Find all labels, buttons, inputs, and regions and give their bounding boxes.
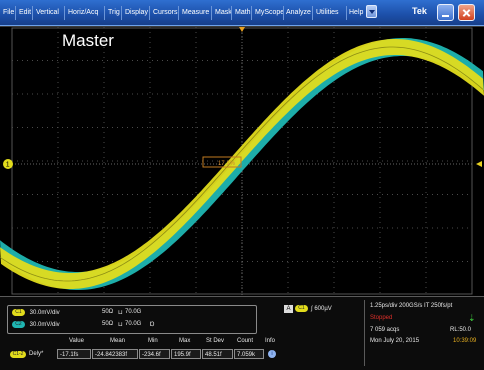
menu-trig[interactable]: Trig [107, 6, 121, 20]
menu-file[interactable]: File [2, 6, 15, 20]
channel-1-tag[interactable]: C1 [12, 309, 25, 316]
menu-analyze[interactable]: Analyze [285, 6, 312, 20]
reference-marker-label: 1 [6, 162, 10, 169]
minimize-button[interactable] [437, 4, 454, 21]
cursor-readout: 17 1% [218, 161, 236, 167]
waveform-display[interactable]: 1 17 1% Master [0, 26, 484, 296]
menu-measure[interactable]: Measure [181, 6, 210, 20]
trigger-level-marker [476, 161, 482, 167]
menu-cursors[interactable]: Cursors [152, 6, 179, 20]
close-button[interactable] [458, 4, 475, 21]
menu-mask[interactable]: Mask [214, 6, 233, 20]
graticule-canvas: 1 17 1% [0, 27, 484, 295]
menu-math[interactable]: Math [234, 6, 252, 20]
menu-separator [121, 6, 122, 20]
measurement-mean: -24.842383f [92, 349, 138, 359]
menu-separator [15, 6, 16, 20]
menu-myscope[interactable]: MyScope [254, 6, 285, 20]
menu-horiz-acq[interactable]: Horiz/Acq [67, 6, 99, 20]
channel-1-readout[interactable]: C1 30.0mV/div 50Ω ⊔ 70.0G [12, 309, 141, 319]
menu-separator [64, 6, 65, 20]
acquisition-state: Stopped [370, 315, 393, 321]
header-count: Count [237, 338, 254, 344]
measurement-name[interactable]: Dely* [29, 351, 43, 357]
channel-readouts: C1 30.0mV/div 50Ω ⊔ 70.0G C2 30.0mV/div … [7, 305, 257, 334]
trigger-readout[interactable]: A C1 ∫ 600µV [284, 305, 360, 317]
measurement-min: -234.6f [139, 349, 170, 359]
channel-2-impedance: 50Ω [102, 321, 114, 327]
channel-1-bandwidth: 70.0G [125, 309, 142, 315]
header-stdev: St Dev [206, 338, 225, 344]
bandwidth-icon: ⊔ [118, 322, 123, 328]
header-info: Info [265, 338, 276, 344]
header-mean: Mean [110, 338, 126, 344]
menu-separator [283, 6, 284, 20]
menu-utilities[interactable]: Utilities [315, 6, 340, 20]
acquisition-count: 7 059 acqs [370, 327, 400, 333]
measurement-value: -17.1fs [57, 349, 91, 359]
header-value: Value [69, 338, 84, 344]
time-readout: 10:39:09 [453, 338, 477, 344]
measurement-max: 195.9f [171, 349, 201, 359]
menu-separator [149, 6, 150, 20]
menu-help[interactable]: Help [348, 6, 364, 20]
menu-separator [346, 6, 347, 20]
menu-edit[interactable]: Edit [18, 6, 32, 20]
menu-separator [251, 6, 252, 20]
channel-2-scale: 30.0mV/div [29, 322, 60, 329]
menu-separator [104, 6, 105, 20]
channel-2-bandwidth: 70.0G [125, 321, 142, 327]
brand-logo: Tek [412, 6, 427, 16]
run-indicator-icon: ⇣ [468, 313, 476, 323]
channel-2-readout[interactable]: C2 30.0mV/div 50Ω ⊔ 70.0G Ɒ [12, 321, 155, 331]
trigger-position-marker [239, 27, 245, 32]
menu-display[interactable]: Display [124, 6, 149, 20]
help-dropdown-button[interactable] [366, 5, 377, 18]
measurement-table[interactable]: Value Mean Min Max St Dev Count Info C1-… [7, 338, 277, 367]
menu-separator [231, 6, 232, 20]
deskew-icon: Ɒ [150, 322, 155, 328]
header-max: Max [179, 338, 191, 344]
menu-separator [211, 6, 212, 20]
measurement-count: 7.059k [234, 349, 264, 359]
channel-1-scale: 30.0mV/div [29, 310, 60, 317]
header-min: Min [148, 338, 158, 344]
menu-separator [178, 6, 179, 20]
date-readout: Mon July 20, 2015 [370, 338, 420, 344]
master-label: Master [62, 31, 114, 50]
menu-bar: File Edit Vertical Horiz/Acq Trig Displa… [0, 0, 484, 26]
channel-1-impedance: 50Ω [102, 309, 114, 315]
acquisition-readout[interactable]: 1.25ps/div 200GS/s IT 250fs/pt Stopped ⇣… [364, 300, 480, 366]
trigger-level: 600µV [314, 306, 332, 313]
menu-separator [32, 6, 33, 20]
status-panel: C1 30.0mV/div 50Ω ⊔ 70.0G C2 30.0mV/div … [0, 296, 484, 370]
trigger-a-icon: A [284, 305, 293, 314]
horizontal-settings: 1.25ps/div 200GS/s IT 250fs/pt [370, 303, 453, 309]
menu-vertical[interactable]: Vertical [35, 6, 60, 20]
menu-separator [312, 6, 313, 20]
measurement-source-tag[interactable]: C1-2 [10, 351, 26, 358]
channel-2-tag[interactable]: C2 [12, 321, 25, 328]
record-length: RL:50.0 [450, 327, 472, 333]
trigger-source-tag: C1 [295, 305, 308, 312]
info-icon[interactable]: i [268, 350, 276, 358]
measurement-stdev: 48.51f [202, 349, 233, 359]
bandwidth-icon: ⊔ [118, 310, 123, 316]
